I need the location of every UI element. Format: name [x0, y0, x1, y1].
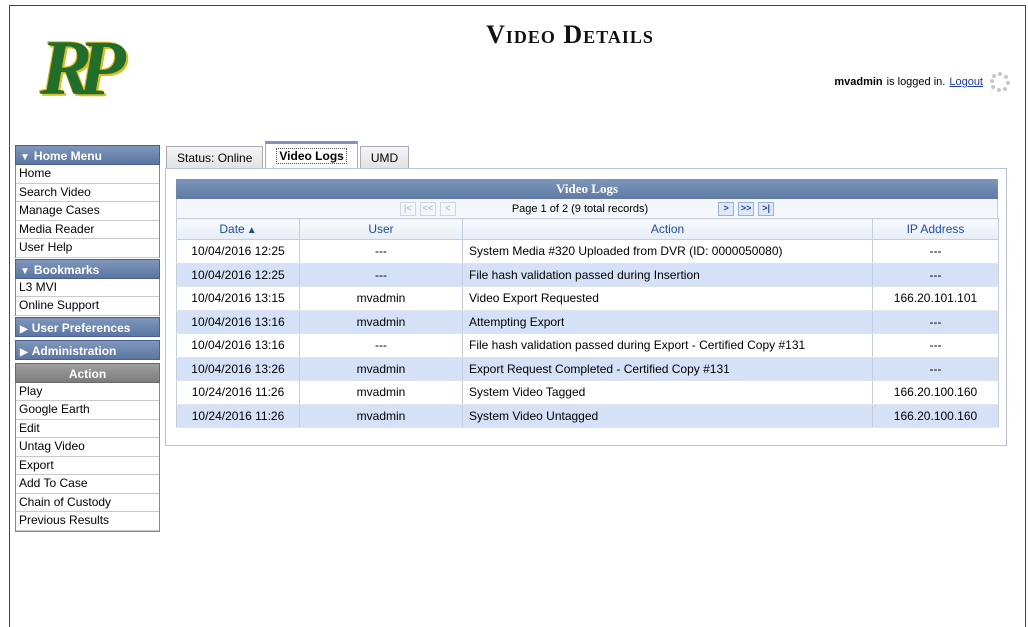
- cell-date: 10/24/2016 11:26: [176, 380, 300, 405]
- cell-ip: ---: [872, 357, 999, 381]
- administration-header[interactable]: ▶ Administration: [15, 339, 160, 360]
- cell-user: mvadmin: [299, 286, 463, 311]
- cell-ip: 166.20.101.101: [872, 286, 999, 311]
- chevron-right-icon: ▶: [20, 323, 28, 335]
- action-play[interactable]: Play: [16, 382, 159, 401]
- logout-link[interactable]: Logout: [949, 76, 983, 88]
- cell-action: File hash validation passed during Inser…: [462, 263, 873, 287]
- sidebar-item-home[interactable]: Home: [16, 165, 159, 184]
- action-export[interactable]: Export: [16, 456, 159, 475]
- action-items: Play Google Earth Edit Untag Video Expor…: [15, 382, 160, 532]
- previous-pages-button[interactable]: <<: [419, 201, 436, 216]
- pager: |< << < Page 1 of 2 (9 total records) > …: [176, 199, 998, 218]
- cell-date: 10/04/2016 13:16: [176, 310, 300, 334]
- table-row[interactable]: 10/04/2016 13:16 mvadmin Attempting Expo…: [176, 310, 999, 334]
- cell-date: 10/04/2016 12:25: [176, 239, 300, 264]
- cell-ip: ---: [872, 310, 999, 334]
- cell-user: mvadmin: [299, 310, 463, 334]
- chevron-down-icon: ▼: [20, 152, 30, 163]
- cell-date: 10/24/2016 11:26: [176, 404, 300, 428]
- cell-action: Attempting Export: [462, 310, 873, 334]
- sidebar-item-media-reader[interactable]: Media Reader: [16, 220, 159, 239]
- sidebar-item-user-help[interactable]: User Help: [16, 239, 159, 258]
- grid-title: Video Logs: [176, 179, 998, 199]
- cell-ip: 166.20.100.160: [872, 404, 999, 428]
- action-add-to-case[interactable]: Add To Case: [16, 475, 159, 494]
- cell-ip: ---: [872, 333, 999, 358]
- tab-umd[interactable]: UMD: [359, 146, 410, 169]
- table-row[interactable]: 10/04/2016 13:15 mvadmin Video Export Re…: [176, 286, 999, 311]
- bookmarks-items: L3 MVI Online Support: [15, 278, 160, 316]
- page-title: Video Details: [486, 20, 654, 49]
- action-header: Action: [15, 362, 160, 383]
- bookmarks-header[interactable]: ▼ Bookmarks: [15, 258, 160, 279]
- cell-action: Video Export Requested: [462, 286, 873, 311]
- cell-action: File hash validation passed during Expor…: [462, 333, 873, 358]
- table-row[interactable]: 10/04/2016 12:25 --- File hash validatio…: [176, 263, 999, 287]
- user-preferences-header[interactable]: ▶ User Preferences: [15, 316, 160, 337]
- login-info: mvadmin is logged in. Logout: [834, 72, 1010, 92]
- logo: RP: [19, 13, 133, 123]
- next-pages-button[interactable]: >>: [738, 201, 755, 216]
- pager-text: Page 1 of 2 (9 total records): [511, 202, 649, 215]
- cell-user: mvadmin: [299, 380, 463, 405]
- video-logs-table: Date ▲ User Action IP Address 10/04/2016 …: [176, 218, 999, 428]
- cell-ip: ---: [872, 263, 999, 287]
- previous-page-button[interactable]: <: [439, 201, 456, 216]
- action-untag-video[interactable]: Untag Video: [16, 438, 159, 457]
- logo-text: RP: [40, 24, 126, 111]
- cell-action: Export Request Completed - Certified Cop…: [462, 357, 873, 381]
- column-header-action[interactable]: Action: [462, 218, 873, 240]
- next-page-button[interactable]: >: [718, 201, 735, 216]
- cell-user: ---: [299, 239, 463, 264]
- sidebar-item-manage-cases[interactable]: Manage Cases: [16, 202, 159, 221]
- video-logs-grid: Video Logs |< << < Page 1 of 2 (9 total …: [176, 179, 999, 428]
- cell-date: 10/04/2016 13:16: [176, 333, 300, 358]
- cell-action: System Video Untagged: [462, 404, 873, 428]
- sort-ascending-icon: ▲: [246, 225, 257, 236]
- first-page-button[interactable]: |<: [399, 201, 416, 216]
- action-previous-results[interactable]: Previous Results: [16, 512, 159, 531]
- chevron-right-icon: ▶: [20, 346, 28, 358]
- sidebar-item-l3-mvi[interactable]: L3 MVI: [16, 278, 159, 297]
- cell-date: 10/04/2016 13:15: [176, 286, 300, 311]
- tab-status-online[interactable]: Status: Online: [166, 146, 264, 169]
- cell-user: ---: [299, 263, 463, 287]
- video-logs-panel: Video Logs |< << < Page 1 of 2 (9 total …: [165, 168, 1007, 446]
- table-row[interactable]: 10/04/2016 13:26 mvadmin Export Request …: [176, 357, 999, 381]
- sidebar: ▼ Home Menu Home Search Video Manage Case…: [15, 144, 160, 532]
- cell-ip: 166.20.100.160: [872, 380, 999, 405]
- cell-ip: ---: [872, 239, 999, 264]
- last-page-button[interactable]: >|: [758, 201, 775, 216]
- column-header-ip[interactable]: IP Address: [872, 218, 999, 240]
- cell-action: System Media #320 Uploaded from DVR (ID:…: [462, 239, 873, 264]
- cell-date: 10/04/2016 13:26: [176, 357, 300, 381]
- cell-user: mvadmin: [299, 404, 463, 428]
- table-header-row: Date ▲ User Action IP Address: [176, 218, 999, 240]
- action-google-earth[interactable]: Google Earth: [16, 401, 159, 420]
- table-row[interactable]: 10/24/2016 11:26 mvadmin System Video Ta…: [176, 380, 999, 405]
- cell-action: System Video Tagged: [462, 380, 873, 405]
- spinner-icon: [990, 72, 1010, 92]
- tab-video-logs[interactable]: Video Logs: [265, 141, 358, 169]
- column-header-user[interactable]: User: [299, 218, 463, 240]
- column-header-date[interactable]: Date ▲: [176, 218, 300, 240]
- tab-bar: Status: Online Video Logs UMD: [166, 141, 411, 169]
- home-menu-header[interactable]: ▼ Home Menu: [15, 145, 160, 165]
- sidebar-item-search-video[interactable]: Search Video: [16, 183, 159, 202]
- cell-date: 10/04/2016 12:25: [176, 263, 300, 287]
- login-status: is logged in.: [886, 76, 946, 88]
- action-edit[interactable]: Edit: [16, 419, 159, 438]
- username: mvadmin: [834, 76, 883, 88]
- table-row[interactable]: 10/04/2016 12:25 --- System Media #320 U…: [176, 239, 999, 264]
- cell-user: mvadmin: [299, 357, 463, 381]
- sidebar-item-online-support[interactable]: Online Support: [16, 297, 159, 316]
- cell-user: ---: [299, 333, 463, 358]
- home-menu-items: Home Search Video Manage Cases Media Rea…: [15, 165, 160, 258]
- chevron-down-icon: ▼: [20, 265, 30, 277]
- table-row[interactable]: 10/04/2016 13:16 --- File hash validatio…: [176, 333, 999, 358]
- table-row[interactable]: 10/24/2016 11:26 mvadmin System Video Un…: [176, 404, 999, 428]
- action-chain-of-custody[interactable]: Chain of Custody: [16, 493, 159, 512]
